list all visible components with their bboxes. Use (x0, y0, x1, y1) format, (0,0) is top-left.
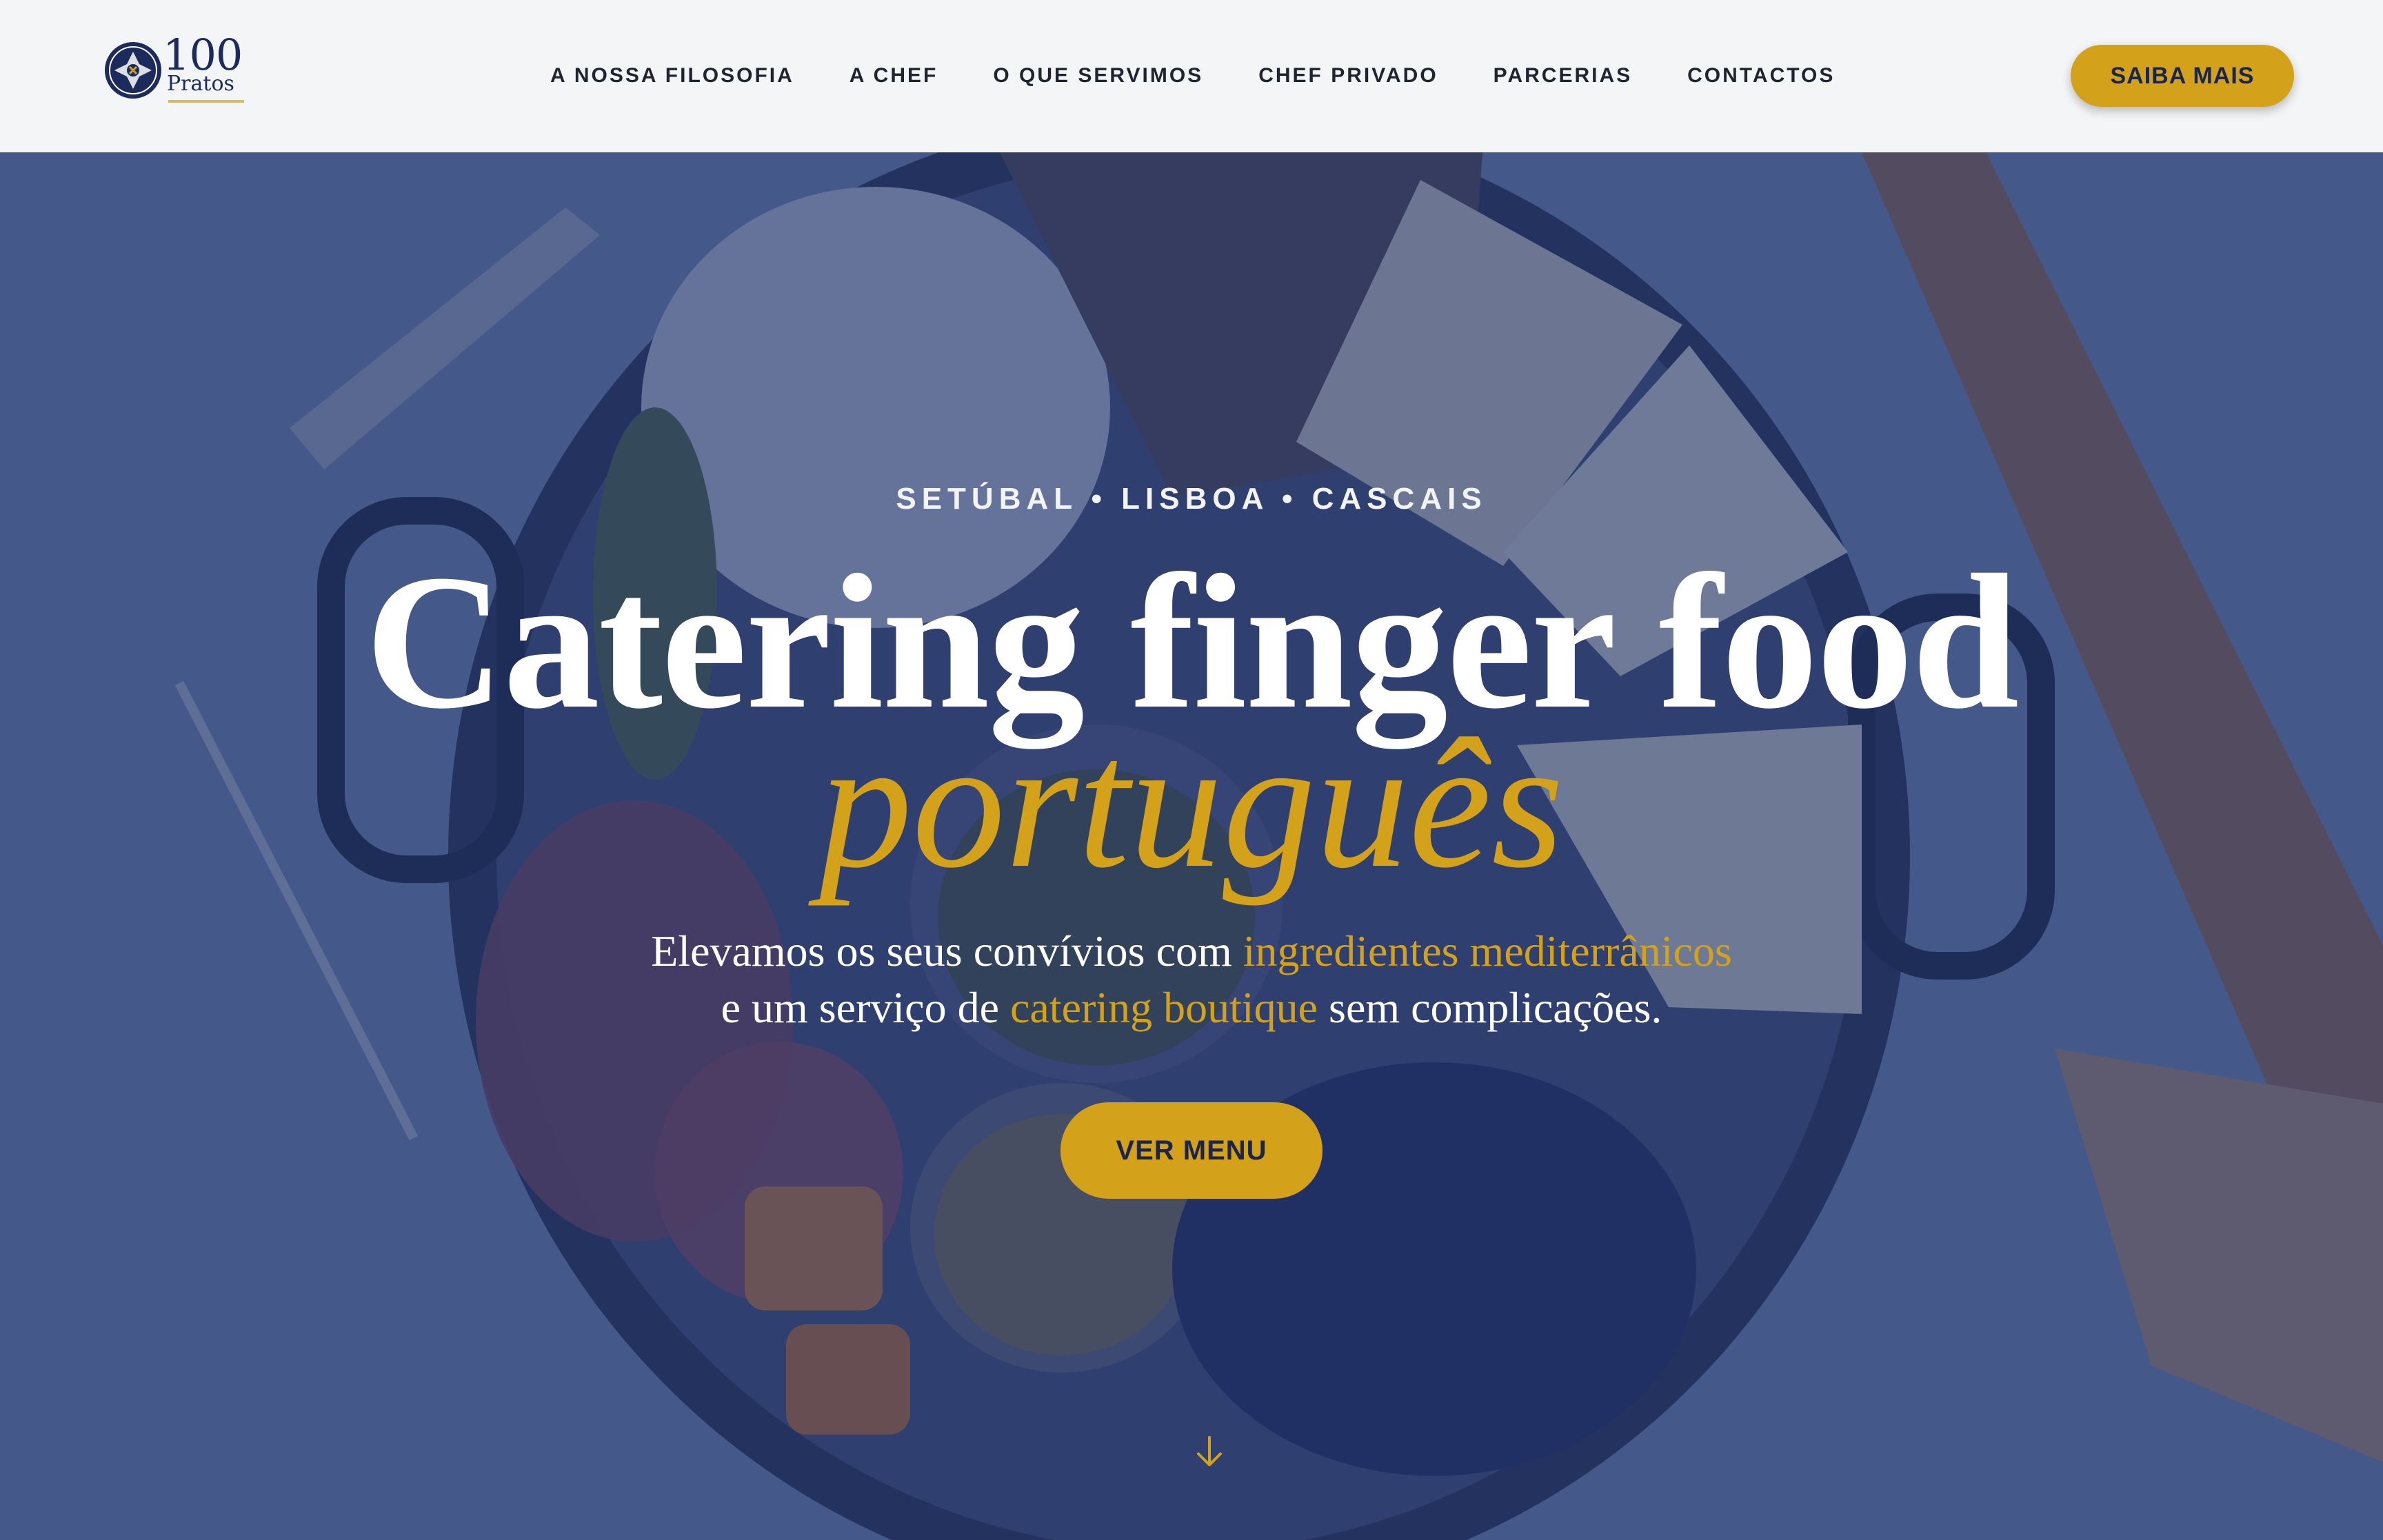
site-header: 100 Pratos A NOSSA FILOSOFIA A CHEF O QU… (0, 0, 2383, 152)
subtitle-text: sem complicações. (1318, 983, 1662, 1032)
subtitle-highlight: catering boutique (1009, 983, 1318, 1032)
nav-item-servimos[interactable]: O QUE SERVIMOS (993, 64, 1203, 88)
logo[interactable]: 100 Pratos (105, 34, 244, 114)
hero-headline-accent: português (819, 700, 1564, 906)
logo-emblem-icon (105, 42, 161, 99)
nav-item-contactos[interactable]: CONTACTOS (1687, 64, 1835, 88)
subtitle-text: e um serviço de (721, 983, 1010, 1032)
subtitle-text: Elevamos os seus convívios com (651, 926, 1243, 975)
nav-item-filosofia[interactable]: A NOSSA FILOSOFIA (550, 64, 794, 88)
logo-tagline-mark (168, 100, 244, 103)
ver-menu-button[interactable]: VER MENU (1060, 1102, 1323, 1199)
hero-content: SETÚBAL • LISBOA • CASCAIS Catering fing… (0, 152, 2383, 1540)
hero-section: SETÚBAL • LISBOA • CASCAIS Catering fing… (0, 152, 2383, 1540)
nav-item-chef[interactable]: A CHEF (849, 64, 938, 88)
arrow-down-icon[interactable] (1194, 1435, 1225, 1469)
nav-item-parcerias[interactable]: PARCERIAS (1494, 64, 1632, 88)
logo-number: 100 (163, 30, 243, 80)
hero-subtitle: Elevamos os seus convívios com ingredien… (0, 923, 2383, 1036)
main-nav: A NOSSA FILOSOFIA A CHEF O QUE SERVIMOS … (550, 61, 1835, 91)
saiba-mais-button[interactable]: SAIBA MAIS (2071, 45, 2294, 107)
nav-item-chef-privado[interactable]: CHEF PRIVADO (1258, 64, 1438, 88)
logo-wordmark: Pratos (167, 72, 234, 96)
hero-locations: SETÚBAL • LISBOA • CASCAIS (896, 482, 1487, 516)
subtitle-highlight: ingredientes mediterrânicos (1243, 926, 1732, 975)
